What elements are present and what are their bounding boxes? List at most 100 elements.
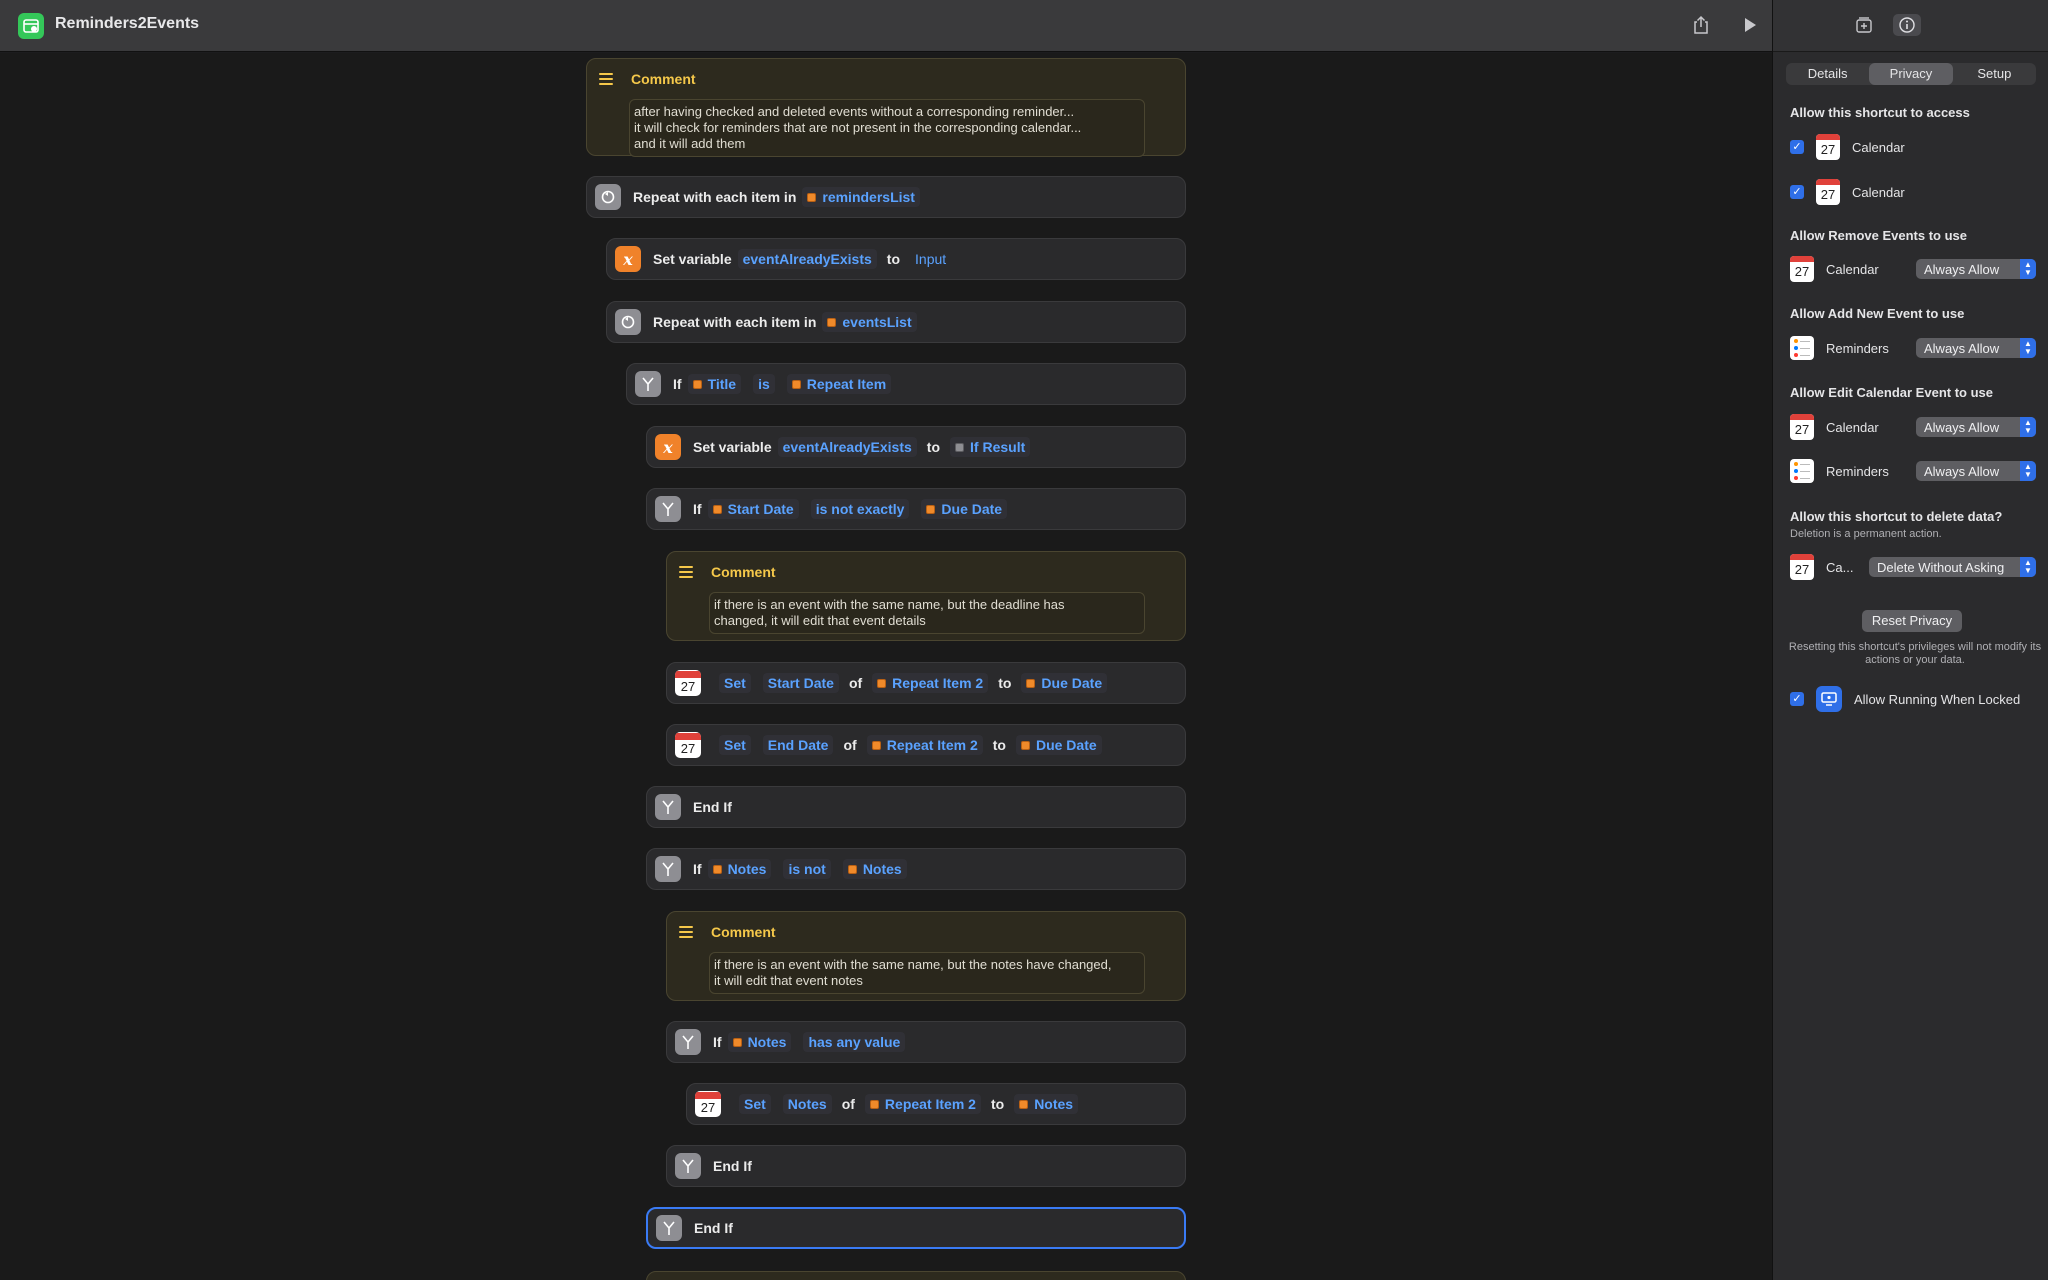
access-item: ✓ 27 Calendar	[1790, 177, 2040, 207]
access-checkbox[interactable]: ✓	[1790, 185, 1804, 199]
condition-operator[interactable]: has any value	[803, 1032, 906, 1052]
repeat-action[interactable]: Repeat with each item in remindersList	[586, 176, 1186, 218]
variable-icon: x	[655, 434, 681, 460]
comment-action[interactable]: Comment if there is an event with the sa…	[666, 551, 1186, 641]
set-mode-token[interactable]: Set	[719, 735, 751, 755]
access-checkbox[interactable]: ✓	[1790, 140, 1804, 154]
calendar-icon: 27	[1790, 414, 1814, 440]
calendar-icon: 27	[1816, 134, 1840, 160]
condition-input-token[interactable]: Title	[687, 374, 742, 394]
branch-icon	[656, 1215, 682, 1241]
permission-popup[interactable]: Always Allow ▲ ▼	[1916, 338, 2036, 358]
share-button[interactable]	[1690, 14, 1712, 36]
repeat-icon	[595, 184, 621, 210]
tab-details[interactable]: Details	[1786, 63, 1869, 85]
info-button[interactable]	[1893, 14, 1921, 36]
library-button[interactable]	[1853, 14, 1875, 36]
sidebar-tabs: Details Privacy Setup	[1786, 63, 2036, 85]
input-token[interactable]: Input	[910, 249, 951, 269]
variable-token[interactable]: remindersList	[802, 187, 920, 207]
permission-row: Reminders Always Allow ▲ ▼	[1790, 456, 2040, 486]
event-token[interactable]: Repeat Item 2	[872, 673, 989, 693]
comment-text[interactable]: after having checked and deleted events …	[629, 99, 1145, 157]
permission-popup[interactable]: Always Allow ▲ ▼	[1916, 461, 2036, 481]
branch-icon	[655, 794, 681, 820]
permission-popup[interactable]: Always Allow ▲ ▼	[1916, 259, 2036, 279]
shortcut-app-icon	[18, 13, 44, 39]
comment-icon	[679, 566, 693, 578]
set-event-detail-action[interactable]: 27 Set Start Date of Repeat Item 2 to Du…	[666, 662, 1186, 704]
delete-data-subtitle: Deletion is a permanent action.	[1790, 528, 1942, 540]
branch-icon	[655, 856, 681, 882]
set-mode-token[interactable]: Set	[719, 673, 751, 693]
value-token[interactable]: Due Date	[1021, 673, 1108, 693]
variable-token[interactable]: eventsList	[822, 312, 917, 332]
shortcut-editor[interactable]: Comment after having checked and deleted…	[0, 53, 1772, 1280]
remove-events-heading: Allow Remove Events to use	[1790, 228, 1967, 243]
permission-row: 27 Calendar Always Allow ▲ ▼	[1790, 254, 2040, 284]
permission-row: 27 Calendar Always Allow ▲ ▼	[1790, 412, 2040, 442]
set-mode-token[interactable]: Set	[739, 1094, 771, 1114]
set-event-detail-action[interactable]: 27 Set End Date of Repeat Item 2 to Due …	[666, 724, 1186, 766]
title-bar: Reminders2Events	[0, 0, 1772, 52]
condition-operator[interactable]: is not exactly	[810, 499, 910, 519]
if-action[interactable]: If Title is Repeat Item	[626, 363, 1186, 405]
calendar-icon: 27	[695, 1091, 721, 1117]
reminders-icon	[1790, 336, 1814, 360]
variable-name-token[interactable]: eventAlreadyExists	[777, 437, 917, 457]
comment-action[interactable]: Comment if there is an event with the sa…	[666, 911, 1186, 1001]
condition-value-token[interactable]: Repeat Item	[786, 374, 892, 394]
running-locked-checkbox[interactable]: ✓	[1790, 692, 1804, 706]
condition-input-token[interactable]: Start Date	[707, 499, 799, 519]
condition-input-token[interactable]: Notes	[727, 1032, 792, 1052]
if-action[interactable]: If Notes is not Notes	[646, 848, 1186, 890]
end-if-action[interactable]: End If	[646, 786, 1186, 828]
edit-event-heading: Allow Edit Calendar Event to use	[1790, 385, 1993, 400]
value-token[interactable]: Due Date	[1015, 735, 1102, 755]
if-action[interactable]: If Start Date is not exactly Due Date	[646, 488, 1186, 530]
comment-text[interactable]: if there is an event with the same name,…	[709, 952, 1145, 994]
comment-action[interactable]: Comment after having checked and deleted…	[586, 58, 1186, 157]
run-button[interactable]	[1739, 14, 1761, 36]
play-icon	[1745, 18, 1756, 32]
if-action[interactable]: If Notes has any value	[666, 1021, 1186, 1063]
condition-value-token[interactable]: Notes	[842, 859, 907, 879]
calendar-icon: 27	[1816, 179, 1840, 205]
comment-icon	[599, 73, 613, 85]
delete-permission-popup[interactable]: Delete Without Asking ▲ ▼	[1869, 557, 2036, 577]
set-variable-action[interactable]: x Set variable eventAlreadyExists to If …	[646, 426, 1186, 468]
condition-value-token[interactable]: Due Date	[921, 499, 1008, 519]
calendar-icon: 27	[675, 670, 701, 696]
condition-operator[interactable]: is not	[783, 859, 831, 879]
detail-token[interactable]: Start Date	[762, 673, 839, 693]
permission-row: 27 Ca... Delete Without Asking ▲ ▼	[1790, 552, 2040, 582]
tab-setup[interactable]: Setup	[1953, 63, 2036, 85]
event-token[interactable]: Repeat Item 2	[866, 735, 983, 755]
variable-name-token[interactable]: eventAlreadyExists	[737, 249, 877, 269]
condition-operator[interactable]: is	[753, 374, 775, 394]
comment-text[interactable]: if there is an event with the same name,…	[709, 592, 1145, 634]
reset-privacy-button[interactable]: Reset Privacy	[1862, 610, 1962, 632]
details-sidebar: Details Privacy Setup Allow this shortcu…	[1772, 0, 2048, 1280]
tab-privacy[interactable]: Privacy	[1869, 63, 1953, 85]
calendar-icon: 27	[1790, 554, 1814, 580]
event-token[interactable]: Repeat Item 2	[864, 1094, 981, 1114]
detail-token[interactable]: End Date	[762, 735, 834, 755]
end-if-action-selected[interactable]: End If	[646, 1207, 1186, 1249]
share-icon	[1694, 15, 1708, 34]
display-icon	[1816, 686, 1842, 712]
permission-row: Reminders Always Allow ▲ ▼	[1790, 333, 2040, 363]
branch-icon	[675, 1029, 701, 1055]
end-if-action[interactable]: End If	[666, 1145, 1186, 1187]
reset-note: Resetting this shortcut's privileges wil…	[1788, 641, 2042, 666]
set-event-detail-action[interactable]: 27 Set Notes of Repeat Item 2 to Notes	[686, 1083, 1186, 1125]
delete-data-heading: Allow this shortcut to delete data?	[1790, 509, 2003, 524]
value-token[interactable]: Notes	[1014, 1094, 1079, 1114]
detail-token[interactable]: Notes	[782, 1094, 832, 1114]
condition-input-token[interactable]: Notes	[707, 859, 772, 879]
permission-popup[interactable]: Always Allow ▲ ▼	[1916, 417, 2036, 437]
if-result-token[interactable]: If Result	[950, 437, 1031, 457]
set-variable-action[interactable]: x Set variable eventAlreadyExists to Inp…	[606, 238, 1186, 280]
repeat-action[interactable]: Repeat with each item in eventsList	[606, 301, 1186, 343]
next-action-partial[interactable]	[646, 1271, 1186, 1280]
